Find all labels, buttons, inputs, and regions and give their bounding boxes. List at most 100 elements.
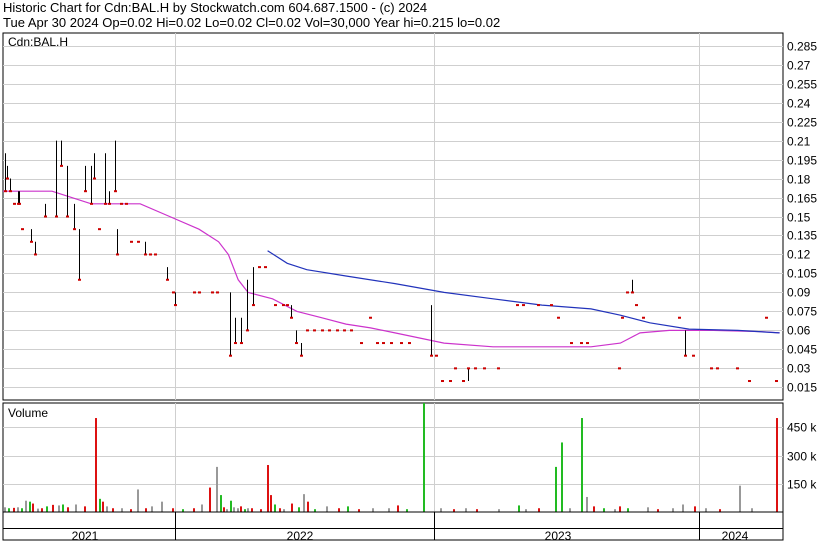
- price-close-dot: [108, 202, 111, 205]
- volume-bar: [67, 507, 69, 512]
- price-dot: [483, 367, 486, 370]
- price-dot: [474, 367, 477, 370]
- price-dot: [328, 329, 331, 332]
- volume-bar: [230, 500, 232, 512]
- price-dot: [350, 329, 353, 332]
- price-close-dot: [44, 215, 47, 218]
- price-axis-tick-label: 0.12: [787, 248, 811, 262]
- price-axis-tick-label: 0.105: [787, 267, 817, 281]
- date-axis-year-label: 2023: [545, 529, 572, 543]
- price-dot: [390, 342, 393, 345]
- volume-bar: [216, 466, 218, 512]
- volume-bar: [619, 506, 621, 512]
- volume-bar: [555, 466, 557, 512]
- price-close-dot: [166, 278, 169, 281]
- volume-bar: [270, 495, 272, 512]
- volume-bar: [739, 485, 741, 512]
- price-dot: [369, 316, 372, 319]
- price-close-dot: [174, 304, 177, 307]
- volume-bar: [705, 508, 707, 512]
- volume-bar: [41, 508, 43, 512]
- price-close-dot: [246, 329, 249, 332]
- volume-bar: [8, 508, 10, 512]
- volume-bar: [440, 508, 442, 512]
- volume-bar: [593, 506, 595, 512]
- volume-bar: [193, 508, 195, 512]
- volume-bar: [388, 508, 390, 512]
- volume-bar: [274, 504, 276, 512]
- price-dot: [321, 329, 324, 332]
- price-dot: [586, 342, 589, 345]
- price-axis-tick-label: 0.135: [787, 229, 817, 243]
- date-axis-year-label: 2021: [72, 529, 99, 543]
- volume-axis-tick-label: 450 k: [787, 421, 817, 435]
- price-dot: [570, 342, 573, 345]
- volume-bar: [561, 442, 563, 512]
- volume-panel-title: Volume: [8, 406, 48, 420]
- volume-bar: [291, 503, 293, 512]
- price-close-dot: [631, 291, 634, 294]
- price-close-dot: [430, 354, 433, 357]
- price-dot: [154, 253, 157, 256]
- volume-bar: [538, 508, 540, 512]
- price-dot: [21, 228, 24, 231]
- price-dot: [400, 342, 403, 345]
- price-dot: [537, 304, 540, 307]
- price-dot: [274, 304, 277, 307]
- volume-bar: [751, 508, 753, 512]
- price-dot: [557, 316, 560, 319]
- volume-bar: [62, 504, 64, 512]
- price-close-dot: [93, 177, 96, 180]
- price-close-dot: [290, 316, 293, 319]
- price-axis-tick-label: 0.225: [787, 116, 817, 130]
- price-close-dot: [78, 278, 81, 281]
- price-dot: [748, 380, 751, 383]
- price-close-dot: [300, 354, 303, 357]
- price-close-dot: [73, 228, 76, 231]
- volume-bar: [37, 508, 39, 512]
- price-dot: [618, 367, 621, 370]
- price-dot: [441, 380, 444, 383]
- volume-bar: [518, 505, 520, 512]
- volume-bar: [201, 504, 203, 512]
- volume-bar: [75, 504, 77, 512]
- volume-bar: [307, 501, 309, 512]
- volume-bar: [58, 505, 60, 512]
- price-volume-chart: 0.285 0.27 0.255 0.24 0.225 0.21 0.195 0.18 0.16…: [2, 32, 817, 543]
- price-dot: [449, 380, 452, 383]
- price-dot: [286, 304, 289, 307]
- price-axis-tick-label: 0.06: [787, 324, 811, 338]
- price-dot: [282, 304, 285, 307]
- price-axis-tick-label: 0.165: [787, 192, 817, 206]
- volume-bar: [209, 487, 211, 512]
- price-axis-tick-label: 0.285: [787, 40, 817, 54]
- price-dot: [313, 329, 316, 332]
- volume-bar: [647, 507, 649, 512]
- volume-bar: [603, 508, 605, 512]
- price-dot: [516, 304, 519, 307]
- volume-plot-frame: [2, 402, 784, 513]
- volume-panel: 450 k 300 k 150 k Volume: [2, 402, 817, 513]
- price-dot: [343, 329, 346, 332]
- price-dot: [264, 266, 267, 269]
- volume-bar: [627, 508, 629, 512]
- price-dot: [408, 342, 411, 345]
- price-close-dot: [104, 202, 107, 205]
- price-close-dot: [114, 190, 117, 193]
- volume-bar: [298, 507, 300, 512]
- price-axis-tick-label: 0.27: [787, 59, 811, 73]
- price-axis-tick-label: 0.075: [787, 305, 817, 319]
- price-axis-tick-label: 0.15: [787, 211, 811, 225]
- volume-bar: [672, 508, 674, 512]
- volume-bar: [46, 506, 48, 512]
- price-close-dot: [144, 253, 147, 256]
- volume-bar: [465, 508, 467, 512]
- volume-bar: [776, 418, 778, 512]
- price-close-dot: [684, 354, 687, 357]
- price-dot: [621, 316, 624, 319]
- price-close-dot: [60, 164, 63, 167]
- volume-bar: [279, 508, 281, 512]
- price-close-dot: [34, 253, 37, 256]
- volume-bar: [586, 496, 588, 512]
- price-dot: [149, 253, 152, 256]
